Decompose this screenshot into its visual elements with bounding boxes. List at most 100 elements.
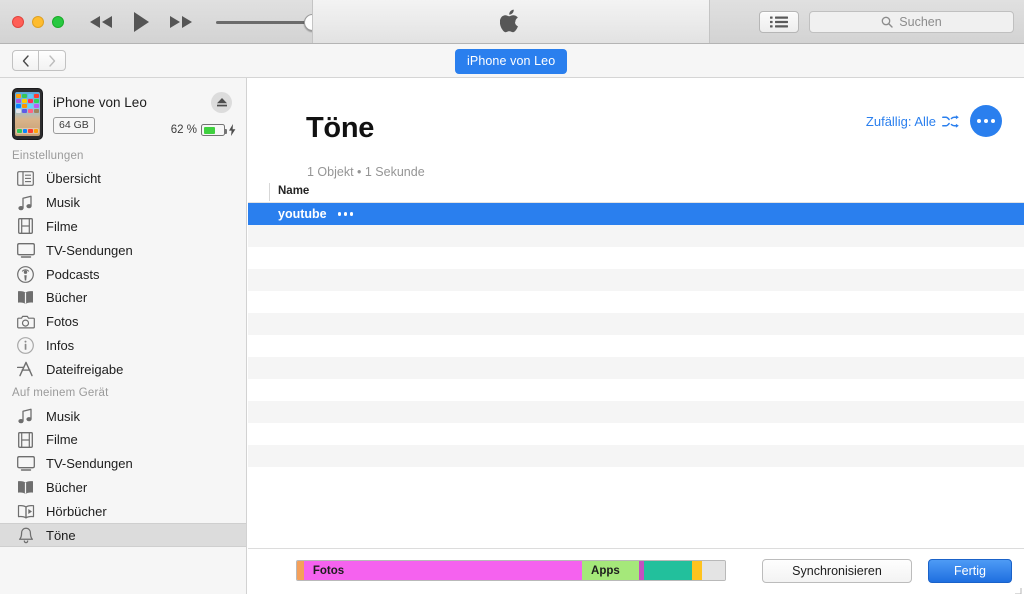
sidebar-section-title: Auf meinem Gerät <box>12 387 109 400</box>
tv-icon <box>16 242 35 259</box>
capacity-segment-apps: Apps <box>582 561 639 580</box>
back-button[interactable] <box>12 50 39 71</box>
row-options-icon[interactable] <box>337 212 354 216</box>
table-row-empty[interactable] <box>248 379 1024 401</box>
book-icon <box>16 289 35 306</box>
capacity-segment <box>643 561 692 580</box>
capacity-segment <box>691 561 702 580</box>
done-button[interactable]: Fertig <box>928 559 1012 583</box>
content-actions: Zufällig: Alle <box>866 105 1002 137</box>
sidebar-item-filme[interactable]: Filme <box>0 215 246 239</box>
close-button[interactable] <box>12 15 24 28</box>
sidebar-item-fotos[interactable]: Fotos <box>0 310 246 334</box>
content-header: Töne 1 Objekt • 1 Sekunde Zufällig: Alle <box>248 78 1024 181</box>
rewind-icon[interactable] <box>88 15 114 29</box>
sidebar-item-label: Musik <box>46 408 80 424</box>
nav-buttons <box>12 50 66 71</box>
capacity-segment-label: Apps <box>591 564 620 577</box>
table-row-empty[interactable] <box>248 445 1024 467</box>
sidebar-item-label: Fotos <box>46 314 79 330</box>
info-icon <box>16 337 35 354</box>
table-row-empty[interactable] <box>248 269 1024 291</box>
minimize-button[interactable] <box>32 15 44 28</box>
shuffle-button[interactable]: Zufällig: Alle <box>866 114 959 129</box>
film-icon <box>16 431 35 448</box>
table-body: youtube <box>248 203 1024 489</box>
table-row-empty[interactable] <box>248 247 1024 269</box>
table-row-empty[interactable] <box>248 401 1024 423</box>
zoom-button[interactable] <box>52 15 64 28</box>
table-row[interactable]: youtube <box>248 203 1024 225</box>
sidebar-item-dateifreigabe[interactable]: Dateifreigabe <box>0 357 246 381</box>
sidebar-item-musik[interactable]: Musik <box>0 191 246 215</box>
battery-percent: 62 % <box>170 124 197 136</box>
fast-forward-icon[interactable] <box>168 15 194 29</box>
sidebar-item-label: Filme <box>46 432 78 448</box>
toolbar-right-tools: Suchen <box>759 0 1014 44</box>
table-row-empty[interactable] <box>248 313 1024 335</box>
sidebar-item-b-cher[interactable]: Bücher <box>0 476 246 500</box>
table-row-empty[interactable] <box>248 225 1024 247</box>
table-header: Name <box>248 181 1024 203</box>
forward-button[interactable] <box>39 50 66 71</box>
capacity-segment <box>297 561 304 580</box>
traffic-lights <box>0 15 64 28</box>
table-row-empty[interactable] <box>248 335 1024 357</box>
device-name: iPhone von Leo <box>53 95 147 110</box>
content-area: Töne 1 Objekt • 1 Sekunde Zufällig: Alle <box>248 78 1024 594</box>
capacity-segment <box>701 561 725 580</box>
film-icon <box>16 218 35 235</box>
play-icon[interactable] <box>132 11 150 33</box>
table-row-empty[interactable] <box>248 467 1024 489</box>
camera-icon <box>16 313 35 330</box>
more-options-icon[interactable] <box>970 105 1002 137</box>
row-name: youtube <box>278 207 327 221</box>
sidebar-item-musik[interactable]: Musik <box>0 404 246 428</box>
sidebar-item-label: Bücher <box>46 479 88 495</box>
device-capacity-badge: 64 GB <box>53 117 95 134</box>
device-thumbnail <box>12 88 43 140</box>
row-name-cell: youtube <box>248 207 354 221</box>
sidebar-item-label: Filme <box>46 218 78 234</box>
capacity-segment-label: Fotos <box>312 564 345 577</box>
sidebar-item-label: Dateifreigabe <box>46 361 124 377</box>
search-input[interactable]: Suchen <box>809 11 1014 33</box>
sync-button[interactable]: Synchronisieren <box>762 559 912 583</box>
sidebar-item-tv-sendungen[interactable]: TV-Sendungen <box>0 238 246 262</box>
battery-icon <box>201 124 227 136</box>
window-resizer[interactable] <box>1012 582 1022 594</box>
sidebar-item-label: TV-Sendungen <box>46 242 133 258</box>
file-sharing-icon <box>16 361 35 378</box>
music-note-icon <box>16 194 35 211</box>
window-toolbar: Suchen <box>0 0 1024 44</box>
music-note-icon <box>16 408 35 425</box>
book-icon <box>16 479 35 496</box>
sidebar-item-label: Infos <box>46 337 75 353</box>
device-header: iPhone von Leo 64 GB 62 % <box>0 78 246 144</box>
capacity-segment-fotos: Fotos <box>303 561 583 580</box>
overview-icon <box>16 170 35 187</box>
sidebar-item-tv-sendungen[interactable]: TV-Sendungen <box>0 452 246 476</box>
sidebar-item-b-cher[interactable]: Bücher <box>0 286 246 310</box>
sidebar-item--bersicht[interactable]: Übersicht <box>0 167 246 191</box>
eject-icon[interactable] <box>211 92 232 113</box>
storage-capacity-bar[interactable]: Fotos Apps <box>296 560 726 581</box>
sidebar: iPhone von Leo 64 GB 62 % Einstellungen … <box>0 78 247 594</box>
sidebar-item-infos[interactable]: Infos <box>0 334 246 358</box>
sidebar-item-label: Töne <box>46 527 76 543</box>
sidebar-item-t-ne[interactable]: Töne <box>0 523 246 547</box>
page-subtitle: 1 Objekt • 1 Sekunde <box>307 165 425 179</box>
sidebar-item-podcasts[interactable]: Podcasts <box>0 262 246 286</box>
device-info: iPhone von Leo 64 GB 62 % <box>53 88 236 144</box>
sidebar-section-title: Einstellungen <box>12 150 84 162</box>
column-divider <box>269 183 270 201</box>
table-row-empty[interactable] <box>248 423 1024 445</box>
table-row-empty[interactable] <box>248 291 1024 313</box>
list-view-icon[interactable] <box>759 11 799 33</box>
device-tab[interactable]: iPhone von Leo <box>455 49 568 74</box>
sidebar-item-label: Musik <box>46 195 80 211</box>
transport-controls <box>88 11 194 33</box>
table-row-empty[interactable] <box>248 357 1024 379</box>
sidebar-item-filme[interactable]: Filme <box>0 428 246 452</box>
sidebar-item-h-rb-cher[interactable]: Hörbücher <box>0 499 246 523</box>
